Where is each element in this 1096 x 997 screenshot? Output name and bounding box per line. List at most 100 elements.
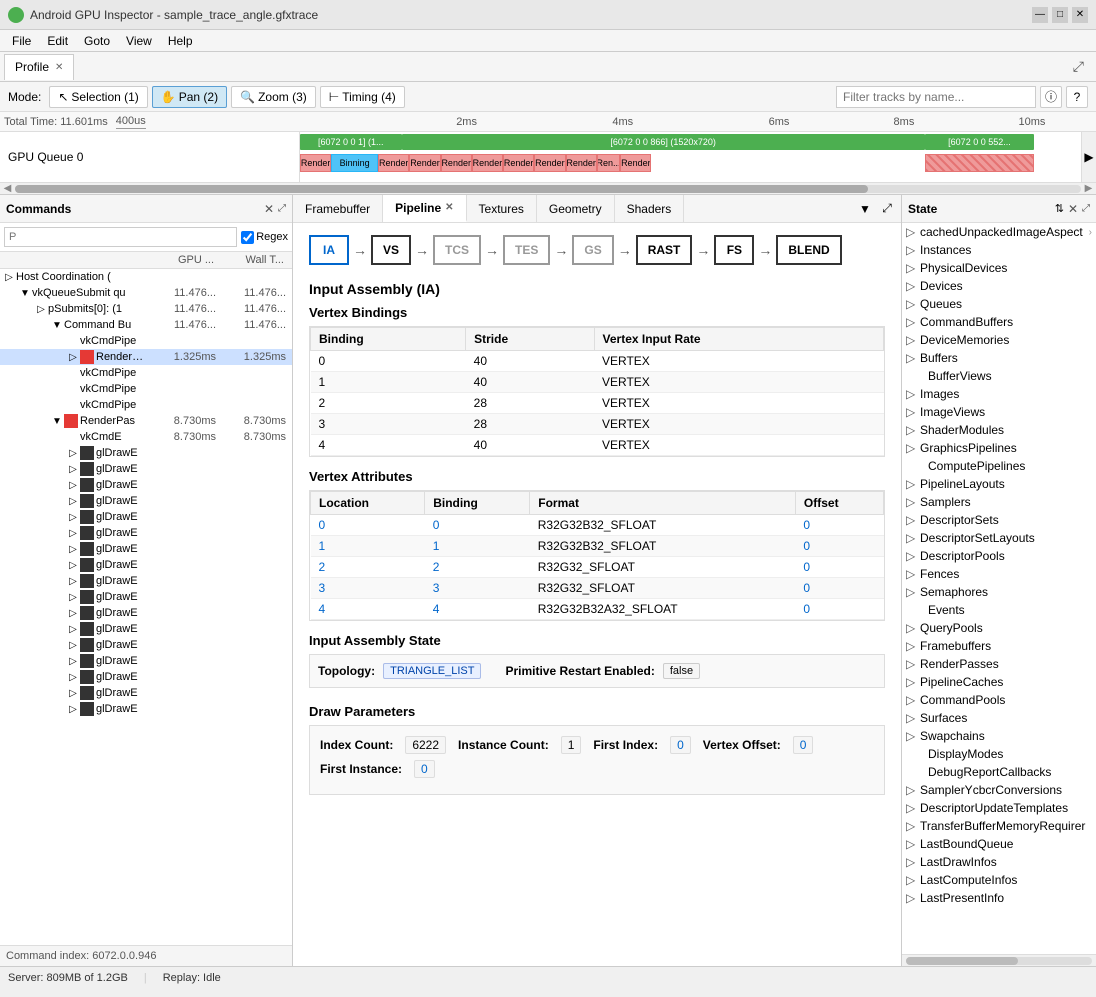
tree-expand-gldraw-8[interactable]: ▷ [66, 574, 80, 588]
tree-expand-renderpass1[interactable]: ▷ [66, 350, 80, 364]
state-expand-descriptorupdate[interactable]: ▷ [906, 801, 920, 815]
state-item-buffers[interactable]: ▷ Buffers [902, 349, 1096, 367]
pan-button[interactable]: ✋ Pan (2) [152, 86, 227, 108]
scroll-right-btn[interactable]: ▶ [1081, 183, 1096, 194]
state-item-swapchains[interactable]: ▷ Swapchains [902, 727, 1096, 745]
state-expand-querypools[interactable]: ▷ [906, 621, 920, 635]
tab-shaders[interactable]: Shaders [615, 195, 685, 222]
tree-expand-gldraw-15[interactable]: ▷ [66, 686, 80, 700]
state-expand-commandpools[interactable]: ▷ [906, 693, 920, 707]
state-tree[interactable]: ▷ cachedUnpackedImageAspect › ▷ Instance… [902, 223, 1096, 954]
tree-item-vkqueue[interactable]: ▼ vkQueueSubmit qu 11.476... 11.476... [0, 285, 292, 301]
tree-item-gldraw-4[interactable]: ▷ glDrawE [0, 509, 292, 525]
state-expand-shadermodules[interactable]: ▷ [906, 423, 920, 437]
state-expand-descriptorpools[interactable]: ▷ [906, 549, 920, 563]
tab-framebuffer[interactable]: Framebuffer [293, 195, 383, 222]
profile-tab-close[interactable]: ✕ [55, 62, 63, 73]
scroll-left-btn[interactable]: ◀ [0, 183, 15, 194]
commands-tree[interactable]: ▷ Host Coordination ( ▼ vkQueueSubmit qu… [0, 269, 292, 945]
tree-expand-gldraw-12[interactable]: ▷ [66, 638, 80, 652]
menu-goto[interactable]: Goto [76, 32, 118, 50]
state-sort[interactable]: ⇅ [1055, 202, 1064, 215]
tree-item-cmdbuf[interactable]: ▼ Command Bu 11.476... 11.476... [0, 317, 292, 333]
tree-item-gldraw-16[interactable]: ▷ glDrawE [0, 701, 292, 717]
state-item-cachedUnpacked[interactable]: ▷ cachedUnpackedImageAspect › [902, 223, 1096, 241]
state-scrollbar-h[interactable] [902, 954, 1096, 966]
state-item-querypools[interactable]: ▷ QueryPools [902, 619, 1096, 637]
tree-item-vkcmde[interactable]: vkCmdE 8.730ms 8.730ms [0, 429, 292, 445]
regex-checkbox-input[interactable] [241, 231, 254, 244]
state-expand-samplers[interactable]: ▷ [906, 495, 920, 509]
commands-close[interactable]: ✕ [264, 202, 274, 216]
state-expand-transferbuffer[interactable]: ▷ [906, 819, 920, 833]
tree-expand-gldraw-1[interactable]: ▷ [66, 462, 80, 476]
state-expand-descriptorsets[interactable]: ▷ [906, 513, 920, 527]
state-item-transferbuffer[interactable]: ▷ TransferBufferMemoryRequirer [902, 817, 1096, 835]
tree-expand-renderpass2[interactable]: ▼ [50, 414, 64, 428]
tree-expand-gldraw-5[interactable]: ▷ [66, 526, 80, 540]
menu-view[interactable]: View [118, 32, 160, 50]
tree-item-gldraw-12[interactable]: ▷ glDrawE [0, 637, 292, 653]
state-item-queues[interactable]: ▷ Queues [902, 295, 1096, 313]
state-expand-pipelinecaches[interactable]: ▷ [906, 675, 920, 689]
tree-item-renderpass2[interactable]: ▼ RenderPas 8.730ms 8.730ms [0, 413, 292, 429]
tree-expand-gldraw-9[interactable]: ▷ [66, 590, 80, 604]
tree-expand-gldraw-0[interactable]: ▷ [66, 446, 80, 460]
tree-item-vkcmdpipe4[interactable]: vkCmdPipe [0, 397, 292, 413]
state-item-instances[interactable]: ▷ Instances [902, 241, 1096, 259]
state-close[interactable]: ✕ [1068, 202, 1078, 216]
state-item-lastcomputeinfos[interactable]: ▷ LastComputeInfos [902, 871, 1096, 889]
state-expand-devicememories[interactable]: ▷ [906, 333, 920, 347]
state-expand-buffers[interactable]: ▷ [906, 351, 920, 365]
state-item-events[interactable]: Events [902, 601, 1096, 619]
regex-checkbox[interactable]: Regex [241, 231, 288, 244]
scrollbar-track[interactable] [15, 185, 1081, 193]
state-item-renderpasses[interactable]: ▷ RenderPasses [902, 655, 1096, 673]
scrollbar-thumb[interactable] [15, 185, 868, 193]
tab-pipeline-close[interactable]: ✕ [445, 202, 453, 213]
state-expand-devices[interactable]: ▷ [906, 279, 920, 293]
state-expand-surfaces[interactable]: ▷ [906, 711, 920, 725]
commands-search-input[interactable] [4, 227, 237, 247]
state-item-computepipelines[interactable]: ComputePipelines [902, 457, 1096, 475]
pipeline-stage-ia[interactable]: IA [309, 235, 349, 265]
tree-expand-host[interactable]: ▷ [2, 270, 16, 284]
state-expand-renderpasses[interactable]: ▷ [906, 657, 920, 671]
state-expand-lastdrawinfos[interactable]: ▷ [906, 855, 920, 869]
tree-expand-gldraw-13[interactable]: ▷ [66, 654, 80, 668]
track-bar-2[interactable]: [6072 0 0 866] (1520x720) [402, 134, 925, 150]
state-item-bufferviews[interactable]: BufferViews [902, 367, 1096, 385]
state-expand-descriptorsetlayouts[interactable]: ▷ [906, 531, 920, 545]
pipeline-stage-rast[interactable]: RAST [636, 235, 693, 265]
maximize-button[interactable]: □ [1052, 7, 1068, 23]
tree-item-gldraw-3[interactable]: ▷ glDrawE [0, 493, 292, 509]
state-item-surfaces[interactable]: ▷ Surfaces [902, 709, 1096, 727]
state-item-pipelinelayouts[interactable]: ▷ PipelineLayouts [902, 475, 1096, 493]
state-item-imageviews[interactable]: ▷ ImageViews [902, 403, 1096, 421]
commands-expand[interactable]: ⤢ [278, 203, 286, 214]
profile-tab[interactable]: Profile ✕ [4, 54, 74, 80]
state-item-lastdrawinfos[interactable]: ▷ LastDrawInfos [902, 853, 1096, 871]
tree-expand-gldraw-14[interactable]: ▷ [66, 670, 80, 684]
content-area[interactable]: Input Assembly (IA) Vertex Bindings Bind… [293, 273, 901, 966]
tree-item-vkcmdpipe2[interactable]: vkCmdPipe [0, 365, 292, 381]
state-expand-imageviews[interactable]: ▷ [906, 405, 920, 419]
tree-item-gldraw-2[interactable]: ▷ glDrawE [0, 477, 292, 493]
tree-expand-vkqueue[interactable]: ▼ [18, 286, 32, 300]
track-bar-3[interactable]: [6072 0 0 552... [925, 134, 1034, 150]
state-expand-graphicspipelines[interactable]: ▷ [906, 441, 920, 455]
state-expand-lastpresentinfo[interactable]: ▷ [906, 891, 920, 905]
tab-geometry[interactable]: Geometry [537, 195, 615, 222]
state-item-descriptorupdate[interactable]: ▷ DescriptorUpdateTemplates [902, 799, 1096, 817]
state-expand-lastcomputeinfos[interactable]: ▷ [906, 873, 920, 887]
pipeline-stage-blend[interactable]: BLEND [776, 235, 841, 265]
state-item-lastboundqueue[interactable]: ▷ LastBoundQueue [902, 835, 1096, 853]
tree-expand-gldraw-7[interactable]: ▷ [66, 558, 80, 572]
state-expand-lastboundqueue[interactable]: ▷ [906, 837, 920, 851]
state-item-graphicspipelines[interactable]: ▷ GraphicsPipelines [902, 439, 1096, 457]
state-item-descriptorsetlayouts[interactable]: ▷ DescriptorSetLayouts [902, 529, 1096, 547]
tree-item-gldraw-6[interactable]: ▷ glDrawE [0, 541, 292, 557]
menu-file[interactable]: File [4, 32, 39, 50]
state-expand-semaphores[interactable]: ▷ [906, 585, 920, 599]
info-button[interactable]: ⓘ [1040, 86, 1062, 108]
